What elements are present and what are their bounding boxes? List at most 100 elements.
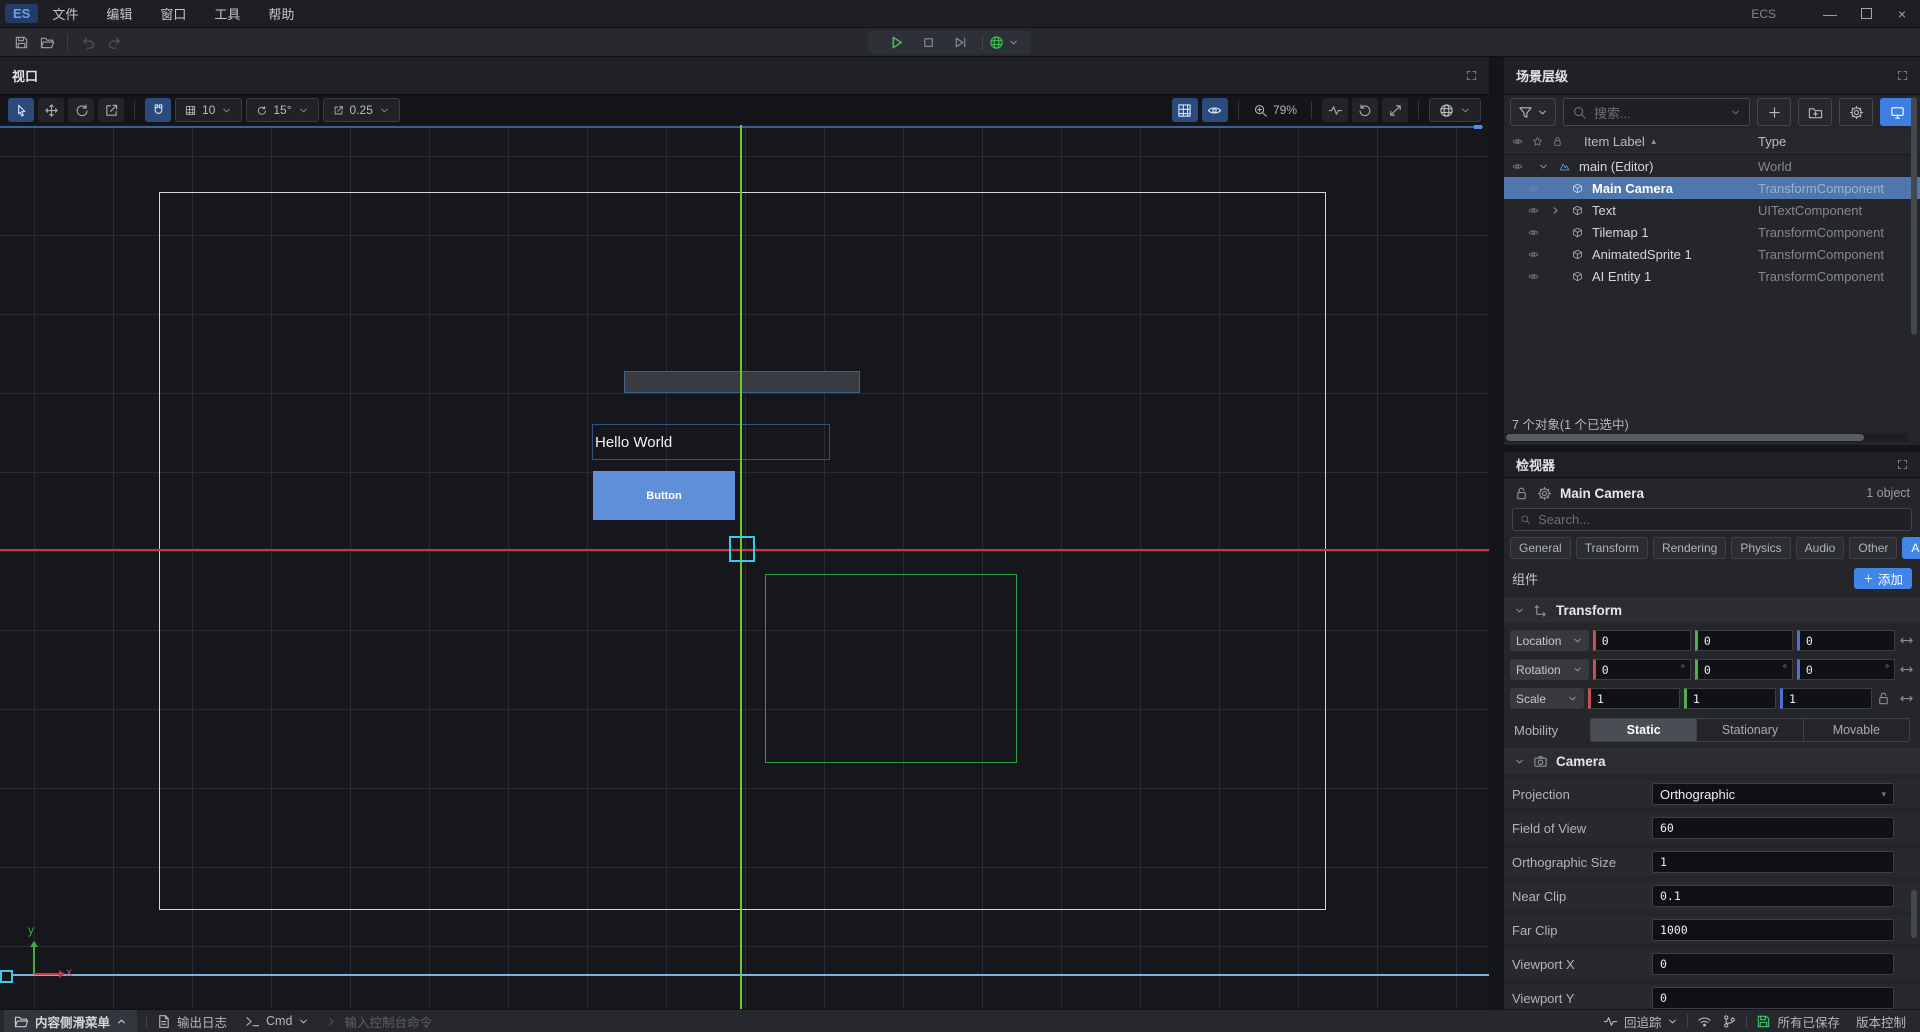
tree-row-main-camera[interactable]: Main Camera TransformComponent	[1504, 177, 1920, 199]
tree-row-ai-entity[interactable]: AI Entity 1 TransformComponent	[1504, 265, 1920, 287]
location-dropdown[interactable]: Location	[1510, 630, 1589, 651]
inspector-search-input[interactable]: Search...	[1512, 508, 1912, 531]
menu-edit[interactable]: 编辑	[92, 4, 146, 23]
column-type[interactable]: Type	[1758, 134, 1786, 149]
traceback-dropdown[interactable]: 回追踪	[1603, 1012, 1679, 1031]
source-control-button[interactable]	[1722, 1014, 1737, 1029]
close-button[interactable]: ×	[1884, 0, 1920, 27]
lock-open-icon[interactable]	[1514, 486, 1529, 501]
hierarchy-settings-button[interactable]	[1839, 98, 1873, 126]
visibility-eye-icon[interactable]	[1528, 227, 1539, 238]
mobility-movable[interactable]: Movable	[1804, 719, 1909, 741]
chevron-right-icon[interactable]	[1550, 205, 1561, 216]
viewport-y-field[interactable]: 0	[1652, 987, 1894, 1009]
undo-button[interactable]	[75, 30, 101, 54]
add-entity-button[interactable]	[1757, 98, 1791, 126]
selected-object-handle[interactable]	[729, 536, 755, 562]
location-y-field[interactable]: 0	[1695, 630, 1793, 651]
mobility-stationary[interactable]: Stationary	[1697, 719, 1803, 741]
hierarchy-horizontal-scrollbar[interactable]	[1504, 433, 1908, 442]
tree-row-tilemap[interactable]: Tilemap 1 TransformComponent	[1504, 221, 1920, 243]
inspector-vertical-scrollbar[interactable]	[1911, 890, 1917, 938]
version-control-button[interactable]: 版本控制	[1856, 1012, 1906, 1031]
app-logo[interactable]: ES	[5, 4, 38, 23]
scale-snap-dropdown[interactable]: 0.25	[323, 98, 400, 122]
tab-other[interactable]: Other	[1849, 537, 1897, 559]
expand-panel-icon[interactable]	[1466, 70, 1477, 81]
camera-section-header[interactable]: Camera	[1504, 748, 1920, 774]
scale-dropdown[interactable]: Scale	[1510, 688, 1584, 709]
snap-toggle-button[interactable]	[145, 98, 171, 122]
tab-general[interactable]: General	[1510, 537, 1571, 559]
projection-dropdown[interactable]: Orthographic▾	[1652, 783, 1894, 805]
move-tool-button[interactable]	[38, 98, 64, 122]
location-x-field[interactable]: 0	[1593, 630, 1691, 651]
tab-transform[interactable]: Transform	[1576, 537, 1648, 559]
hierarchy-search-input[interactable]: 搜索...	[1563, 98, 1750, 126]
reset-view-button[interactable]	[1352, 98, 1378, 122]
mobility-static[interactable]: Static	[1591, 719, 1697, 741]
menu-tools[interactable]: 工具	[200, 4, 254, 23]
location-z-field[interactable]: 0	[1797, 630, 1895, 651]
scrollbar-thumb[interactable]	[1506, 434, 1864, 441]
rotation-y-field[interactable]: 0°	[1695, 659, 1793, 680]
filter-button[interactable]	[1510, 98, 1556, 126]
near-clip-field[interactable]: 0.1	[1652, 885, 1894, 907]
tab-all[interactable]: All	[1902, 537, 1920, 559]
run-target-dropdown[interactable]	[989, 35, 1019, 50]
expand-panel-icon[interactable]	[1897, 70, 1908, 81]
star-icon[interactable]	[1532, 136, 1543, 147]
scale-z-field[interactable]: 1	[1780, 688, 1872, 709]
zoom-control[interactable]: 79%	[1249, 103, 1301, 118]
select-tool-button[interactable]	[8, 98, 34, 122]
menu-file[interactable]: 文件	[38, 4, 92, 23]
menu-help[interactable]: 帮助	[254, 4, 308, 23]
panel-sprite-object[interactable]	[624, 371, 860, 393]
save-status[interactable]: 所有已保存	[1756, 1012, 1840, 1031]
save-button[interactable]	[8, 30, 34, 54]
transform-section-header[interactable]: Transform	[1504, 597, 1920, 623]
text-object[interactable]: Hello World	[592, 424, 830, 460]
visibility-eye-icon[interactable]	[1528, 183, 1539, 194]
tree-row-main[interactable]: main (Editor) World	[1504, 155, 1920, 177]
cmd-dropdown[interactable]: Cmd	[245, 1014, 309, 1029]
chevron-down-icon[interactable]	[1538, 161, 1549, 172]
edit-tool-button[interactable]	[98, 98, 124, 122]
tab-audio[interactable]: Audio	[1796, 537, 1845, 559]
rotate-snap-dropdown[interactable]: 15°	[246, 98, 318, 122]
hierarchy-vertical-scrollbar[interactable]	[1911, 97, 1917, 335]
step-button[interactable]	[944, 31, 976, 54]
tree-row-animatedsprite[interactable]: AnimatedSprite 1 TransformComponent	[1504, 243, 1920, 265]
button-object[interactable]: Button	[593, 471, 735, 520]
stats-button[interactable]	[1322, 98, 1348, 122]
tilemap-region-rect[interactable]	[765, 574, 1017, 763]
lock-open-icon[interactable]	[1876, 691, 1891, 706]
output-log-button[interactable]: 输出日志	[156, 1012, 227, 1031]
redo-button[interactable]	[101, 30, 127, 54]
scale-x-field[interactable]: 1	[1588, 688, 1680, 709]
visibility-eye-icon[interactable]	[1528, 249, 1539, 260]
console-command-input[interactable]: 输入控制台命令	[327, 1012, 432, 1031]
rotation-x-field[interactable]: 0°	[1593, 659, 1691, 680]
add-component-button[interactable]: 添加	[1854, 568, 1912, 589]
field-of-view-field[interactable]: 60	[1652, 817, 1894, 839]
reset-arrows-icon[interactable]	[1899, 691, 1914, 706]
guide-handle[interactable]	[0, 970, 13, 983]
lock-icon[interactable]	[1552, 136, 1563, 147]
visibility-toggle-button[interactable]	[1202, 98, 1228, 122]
maximize-button[interactable]	[1848, 0, 1884, 27]
grid-snap-dropdown[interactable]: 10	[175, 98, 242, 122]
scale-y-field[interactable]: 1	[1684, 688, 1776, 709]
scene-canvas[interactable]: Hello World Button y x	[0, 125, 1489, 1010]
fit-view-button[interactable]	[1382, 98, 1408, 122]
open-project-button[interactable]	[34, 30, 60, 54]
rotation-z-field[interactable]: 0°	[1797, 659, 1895, 680]
viewport-link-button[interactable]	[1880, 98, 1914, 126]
play-button[interactable]	[880, 31, 912, 54]
gear-icon[interactable]	[1537, 486, 1552, 501]
rotate-tool-button[interactable]	[68, 98, 94, 122]
tab-physics[interactable]: Physics	[1731, 537, 1790, 559]
minimize-button[interactable]: —	[1812, 0, 1848, 27]
column-item-label[interactable]: Item Label ▲	[1584, 134, 1658, 149]
visibility-eye-icon[interactable]	[1528, 205, 1539, 216]
